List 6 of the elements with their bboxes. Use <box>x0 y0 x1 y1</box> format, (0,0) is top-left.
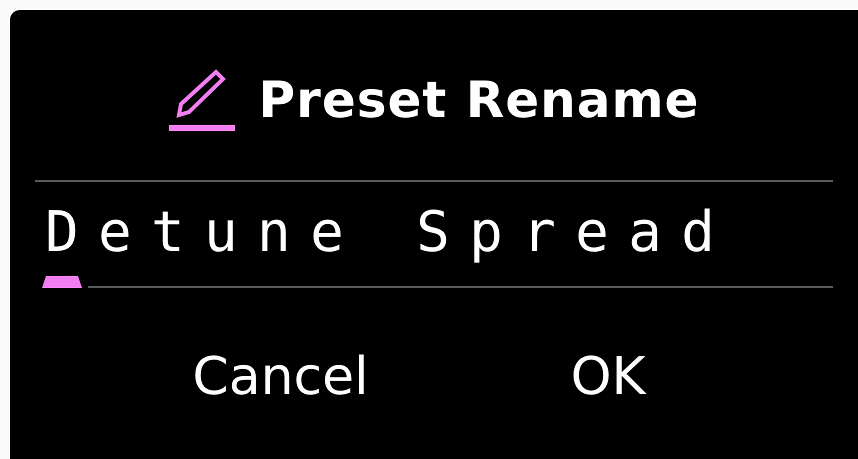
ok-button[interactable]: OK <box>564 343 652 411</box>
dialog-title: Preset Rename <box>258 71 700 129</box>
name-field[interactable]: Detune Spread <box>42 200 734 266</box>
pencil-icon <box>168 69 235 131</box>
text-cursor <box>42 276 82 288</box>
cancel-button[interactable]: Cancel <box>186 343 375 411</box>
